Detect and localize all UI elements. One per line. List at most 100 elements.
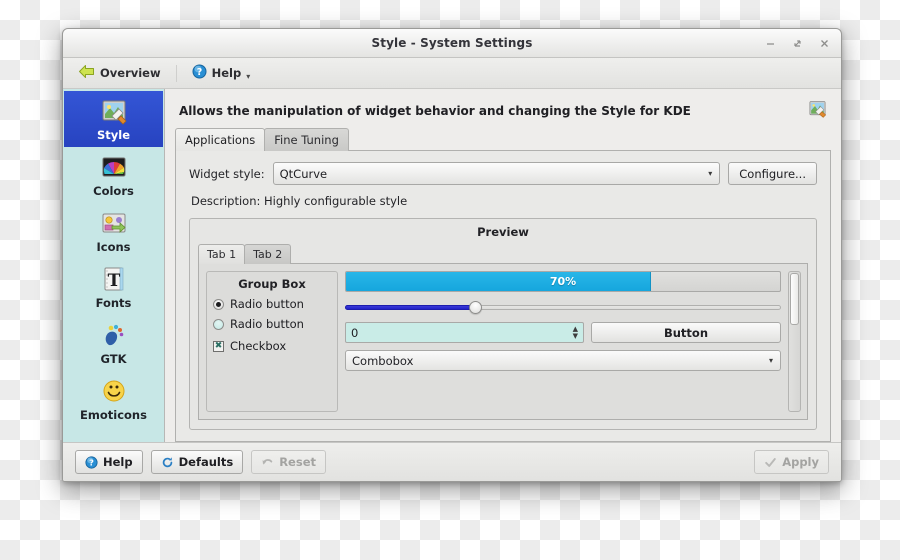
sidebar-item-emoticons[interactable]: Emoticons: [64, 371, 163, 427]
radio-button-1[interactable]: Radio button: [213, 297, 331, 311]
window-body: Style Colors Icons T Fonts GTK Emoticons…: [63, 89, 841, 442]
kcm-tabs: Applications Fine Tuning: [175, 128, 831, 151]
tab-applications[interactable]: Applications: [175, 128, 266, 151]
spin-down-icon[interactable]: ▼: [573, 333, 578, 340]
help-question-icon: ?: [192, 64, 207, 82]
help-label: Help: [211, 66, 242, 80]
applications-tab-panel: Widget style: QtCurve ▾ Configure... Des…: [175, 150, 831, 442]
svg-text:?: ?: [89, 457, 94, 467]
sidebar-item-label: Fonts: [95, 296, 132, 310]
bottom-button-bar: ? Help Defaults Reset Apply: [63, 442, 841, 481]
help-button[interactable]: ? Help: [75, 450, 143, 474]
reset-button-label: Reset: [279, 455, 316, 469]
sidebar-item-colors[interactable]: Colors: [64, 147, 163, 203]
toolbar-separator: [175, 64, 177, 82]
preview-title: Preview: [477, 225, 529, 239]
sidebar-item-label: Emoticons: [80, 408, 147, 422]
demo-spinbox[interactable]: 0 ▲ ▼: [345, 322, 584, 343]
demo-slider[interactable]: [345, 299, 781, 315]
demo-progress-bar: 70%: [345, 271, 781, 292]
help-menu-button[interactable]: ? Help ▾: [185, 62, 258, 84]
group-box-title: Group Box: [238, 277, 306, 291]
widget-style-label: Widget style:: [189, 166, 265, 181]
widget-style-value: QtCurve: [279, 166, 328, 181]
window-title: Style - System Settings: [371, 36, 533, 50]
checkbox-checked-icon: ✖: [213, 340, 224, 352]
sidebar-item-gtk[interactable]: GTK: [64, 315, 163, 371]
demo-controls-column: 70% 0 ▲ ▼ Button Combobox ▾: [345, 271, 781, 412]
kcm-header: Allows the manipulation of widget behavi…: [175, 97, 831, 129]
overview-label: Overview: [100, 66, 161, 80]
colors-palette-icon: [99, 152, 129, 182]
demo-group-box: Group Box Radio button Radio button ✖ Ch…: [206, 271, 338, 412]
sidebar-item-style[interactable]: Style: [64, 91, 163, 147]
preview-tab-1[interactable]: Tab 1: [198, 244, 246, 264]
preview-groupbox: Preview Tab 1 Tab 2 Group Box Radio butt…: [189, 218, 817, 430]
minimize-icon[interactable]: [764, 37, 777, 50]
toolbar: Overview ? Help ▾: [63, 58, 841, 89]
progress-bar-label: 70%: [549, 275, 577, 288]
slider-handle[interactable]: [469, 300, 483, 314]
style-paintbrush-icon: [99, 96, 129, 126]
system-settings-window: Style - System Settings Overview ? Help …: [62, 28, 842, 482]
chevron-down-icon: ▾: [768, 356, 773, 365]
style-paintbrush-icon: [808, 99, 827, 122]
sidebar-item-label: Colors: [93, 184, 134, 198]
icons-theme-icon: [99, 208, 129, 238]
radio-on-icon: [213, 298, 224, 310]
combobox-value: Combobox: [352, 353, 414, 368]
preview-tabs: Tab 1 Tab 2: [198, 244, 808, 264]
kcm-description: Allows the manipulation of widget behavi…: [179, 103, 691, 118]
title-bar: Style - System Settings: [63, 29, 841, 58]
preview-tab-2[interactable]: Tab 2: [244, 244, 292, 264]
slider-fill: [345, 304, 476, 310]
apply-button-label: Apply: [782, 455, 819, 469]
radio-off-icon: [213, 318, 224, 330]
apply-button[interactable]: Apply: [754, 450, 829, 474]
check-icon: [764, 456, 777, 469]
spinbox-value: 0: [351, 325, 359, 340]
svg-text:?: ?: [196, 67, 202, 78]
main-content: Allows the manipulation of widget behavi…: [165, 89, 841, 442]
help-button-label: Help: [103, 455, 133, 469]
chevron-down-icon: ▾: [246, 72, 251, 81]
tab-fine-tuning[interactable]: Fine Tuning: [264, 128, 349, 151]
back-arrow-icon: [78, 64, 95, 82]
sidebar: Style Colors Icons T Fonts GTK Emoticons: [63, 89, 165, 442]
widget-style-combobox[interactable]: QtCurve ▾: [272, 162, 721, 185]
window-controls: [764, 29, 831, 57]
configure-button[interactable]: Configure...: [728, 162, 817, 185]
fonts-letter-t-icon: T: [99, 264, 129, 294]
chevron-down-icon: ▾: [708, 169, 713, 178]
style-description: Description: Highly configurable style: [191, 194, 408, 208]
spinbox-arrows[interactable]: ▲ ▼: [573, 323, 578, 342]
demo-checkbox[interactable]: ✖ Checkbox: [213, 339, 331, 353]
maximize-icon[interactable]: [791, 37, 804, 50]
sidebar-item-label: Style: [96, 128, 131, 142]
sidebar-item-icons[interactable]: Icons: [64, 203, 163, 259]
emoticon-smiley-icon: [99, 376, 129, 406]
close-icon[interactable]: [818, 37, 831, 50]
overview-button[interactable]: Overview: [71, 62, 168, 84]
spin-button-row: 0 ▲ ▼ Button: [345, 322, 781, 343]
scrollbar-handle[interactable]: [790, 273, 799, 326]
radio-button-2[interactable]: Radio button: [213, 317, 331, 331]
defaults-button-label: Defaults: [178, 455, 234, 469]
svg-text:T: T: [107, 271, 120, 291]
demo-combobox[interactable]: Combobox ▾: [345, 350, 781, 371]
preview-vertical-scrollbar[interactable]: [788, 271, 801, 412]
help-question-icon: ?: [85, 455, 98, 469]
preview-tab-panel: Group Box Radio button Radio button ✖ Ch…: [198, 263, 808, 420]
undo-arrow-icon: [261, 456, 274, 469]
radio-button-2-label: Radio button: [230, 317, 304, 331]
defaults-button[interactable]: Defaults: [150, 450, 244, 474]
refresh-icon: [161, 456, 174, 469]
sidebar-item-label: Icons: [96, 240, 131, 254]
gtk-foot-icon: [99, 320, 129, 350]
checkbox-label: Checkbox: [230, 339, 287, 353]
demo-button[interactable]: Button: [591, 322, 781, 343]
sidebar-item-label: GTK: [100, 352, 127, 366]
radio-button-1-label: Radio button: [230, 297, 304, 311]
sidebar-item-fonts[interactable]: T Fonts: [64, 259, 163, 315]
reset-button[interactable]: Reset: [251, 450, 326, 474]
